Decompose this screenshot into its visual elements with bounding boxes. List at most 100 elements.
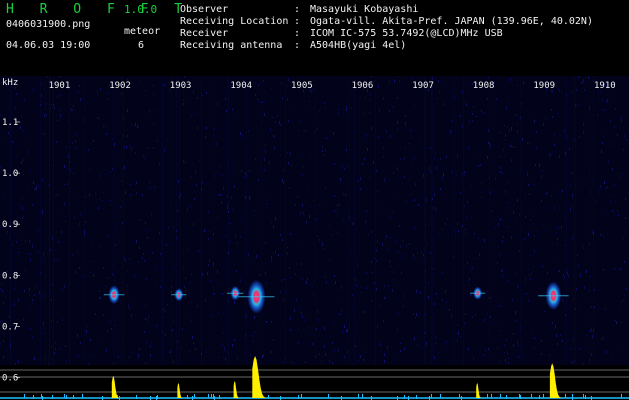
noise-speck <box>464 171 465 173</box>
noise-speck <box>3 340 4 342</box>
noise-speck <box>465 313 466 315</box>
noise-speck <box>490 191 491 194</box>
noise-speck <box>29 288 30 291</box>
noise-speck <box>244 291 245 292</box>
noise-speck <box>3 301 4 304</box>
noise-speck <box>290 329 291 331</box>
histogram-tick <box>192 396 193 400</box>
info-separator: : <box>294 28 301 39</box>
header-panel: H R O F F T 1.0.0 0406031900.png meteor … <box>0 0 629 76</box>
histogram-tick <box>397 396 398 400</box>
noise-speck <box>334 210 335 212</box>
noise-speck <box>457 339 458 342</box>
noise-speck <box>136 181 137 184</box>
noise-speck <box>602 99 603 102</box>
noise-speck <box>400 350 401 352</box>
histogram-tick <box>487 394 488 398</box>
noise-speck <box>249 196 250 197</box>
histogram-tick <box>519 394 520 398</box>
noise-speck <box>317 168 318 169</box>
noise-speck <box>202 273 203 276</box>
histogram-tick <box>24 394 25 398</box>
noise-speck <box>421 252 422 254</box>
noise-speck <box>467 262 468 264</box>
noise-speck <box>164 84 165 86</box>
noise-speck <box>116 229 117 230</box>
noise-speck <box>618 214 619 216</box>
noise-speck <box>230 223 231 224</box>
noise-speck <box>456 174 457 177</box>
noise-speck <box>237 242 238 244</box>
noise-speck <box>271 260 272 262</box>
noise-speck <box>404 347 405 350</box>
noise-speck <box>312 343 313 345</box>
noise-speck <box>156 270 157 271</box>
noise-speck <box>551 109 552 111</box>
noise-speck <box>606 351 607 353</box>
noise-speck <box>508 280 509 281</box>
noise-speck <box>130 184 131 185</box>
noise-speck <box>435 207 436 210</box>
noise-speck <box>379 109 380 112</box>
noise-speck <box>517 130 518 133</box>
noise-speck <box>503 236 504 238</box>
noise-speck <box>608 160 609 163</box>
noise-speck <box>371 261 372 263</box>
noise-speck <box>515 311 516 314</box>
noise-speck <box>197 305 198 308</box>
noise-speck <box>487 98 488 100</box>
histogram-tick <box>208 394 209 398</box>
noise-speck <box>18 248 19 249</box>
noise-speck <box>242 221 243 222</box>
noise-speck <box>290 152 291 155</box>
noise-speck <box>282 361 283 363</box>
noise-speck <box>274 147 275 150</box>
noise-speck <box>191 273 192 276</box>
noise-speck <box>110 171 111 173</box>
noise-speck <box>449 309 450 311</box>
x-tick-label: 1906 <box>352 81 374 91</box>
noise-speck <box>507 352 508 355</box>
noise-speck <box>325 149 326 152</box>
noise-speck <box>565 152 566 155</box>
noise-speck <box>467 201 468 203</box>
info-value: A504HB(yagi 4el) <box>310 40 407 51</box>
noise-speck <box>43 133 44 135</box>
noise-speck <box>581 82 582 83</box>
noise-speck <box>437 98 438 100</box>
noise-speck <box>131 314 132 317</box>
noise-speck <box>194 113 195 115</box>
noise-speck <box>57 259 58 261</box>
noise-streak <box>69 76 70 366</box>
noise-speck <box>491 295 492 298</box>
noise-speck <box>481 182 482 184</box>
noise-speck <box>124 257 125 260</box>
noise-speck <box>306 221 307 223</box>
noise-streak <box>45 76 46 366</box>
noise-speck <box>591 353 592 356</box>
noise-speck <box>127 109 128 112</box>
noise-speck <box>254 258 255 259</box>
noise-speck <box>370 94 371 96</box>
noise-speck <box>499 330 500 331</box>
histogram-tick <box>41 394 42 398</box>
noise-speck <box>580 273 581 275</box>
noise-speck <box>428 282 429 284</box>
noise-speck <box>240 236 241 238</box>
noise-speck <box>616 321 617 324</box>
noise-speck <box>388 249 389 250</box>
noise-speck <box>363 359 364 361</box>
noise-speck <box>115 325 116 326</box>
noise-speck <box>337 232 338 234</box>
noise-speck <box>436 293 437 295</box>
noise-speck <box>56 141 57 143</box>
plot-background <box>0 76 629 400</box>
noise-speck <box>57 95 58 98</box>
noise-speck <box>48 193 49 194</box>
noise-speck <box>422 258 423 259</box>
noise-speck <box>570 348 571 350</box>
noise-speck <box>571 91 572 93</box>
noise-speck <box>282 179 283 182</box>
noise-speck <box>136 240 137 243</box>
noise-speck <box>256 126 257 127</box>
